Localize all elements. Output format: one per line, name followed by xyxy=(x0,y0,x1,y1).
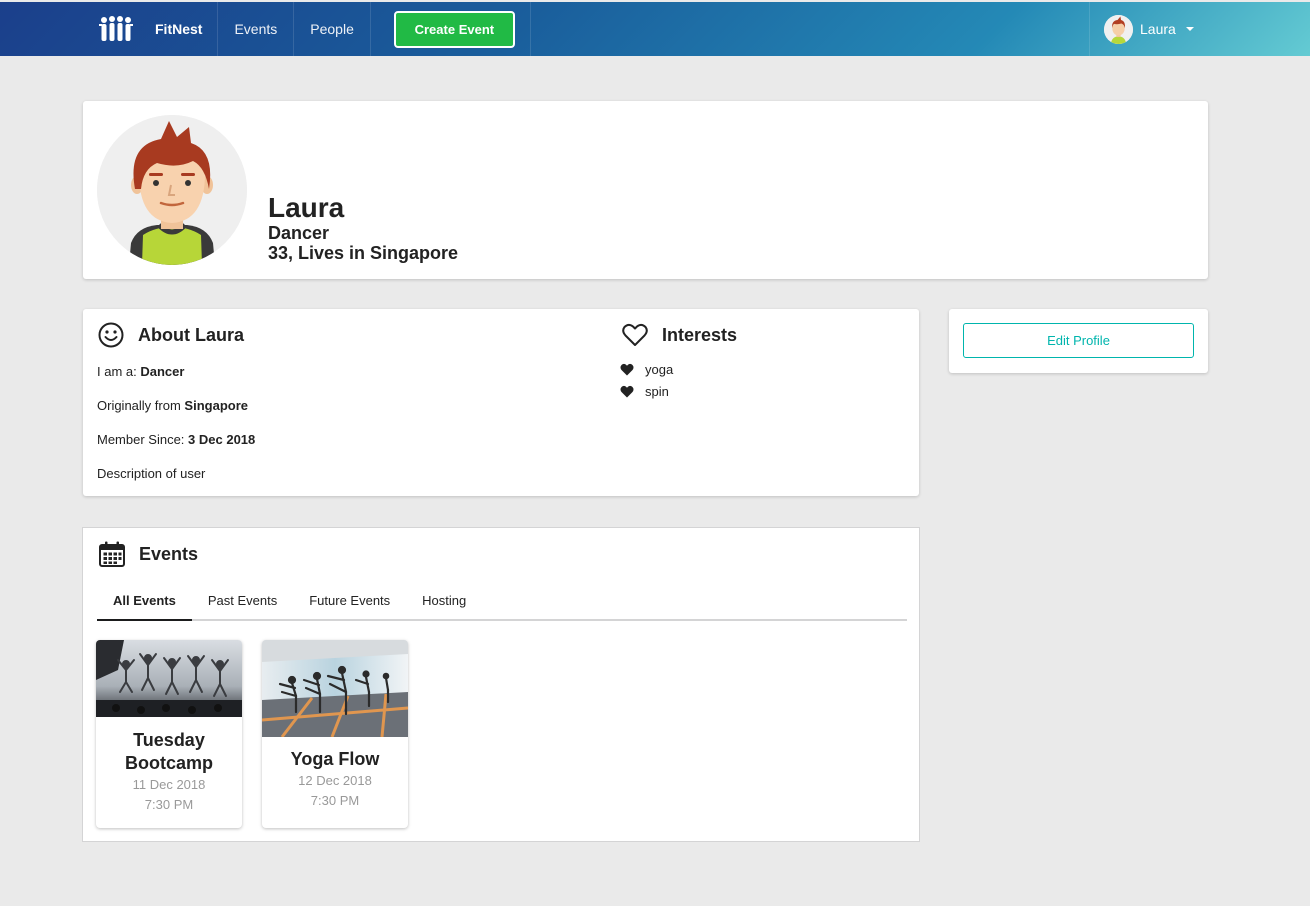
events-card: Events All Events Past Events Future Eve… xyxy=(82,527,920,842)
about-title: About Laura xyxy=(138,324,244,345)
heart-outline-icon xyxy=(622,323,648,346)
caret-down-icon xyxy=(1185,27,1194,31)
about-since-value: 3 Dec 2018 xyxy=(188,432,256,447)
tab-future-events[interactable]: Future Events xyxy=(293,583,406,621)
about-origin: Originally from Singapore xyxy=(97,398,248,413)
smile-icon xyxy=(98,322,124,348)
interest-item: yoga xyxy=(620,362,673,377)
event-time: 7:30 PM xyxy=(310,793,360,808)
tab-hosting[interactable]: Hosting xyxy=(406,583,482,621)
user-name: Laura xyxy=(1140,21,1176,37)
brand-link[interactable]: FitNest xyxy=(83,2,219,56)
profile-occupation: Dancer xyxy=(268,223,330,243)
user-avatar xyxy=(1104,14,1133,44)
tab-all-events[interactable]: All Events xyxy=(97,583,192,621)
about-from-value: Singapore xyxy=(184,398,248,413)
profile-age-location: 33, Lives in Singapore xyxy=(268,243,459,263)
people-group-icon xyxy=(99,16,133,41)
calendar-icon xyxy=(99,541,125,567)
event-date: 12 Dec 2018 xyxy=(298,773,372,788)
profile-avatar xyxy=(97,115,247,265)
interest-label: spin xyxy=(645,384,669,399)
nav-people[interactable]: People xyxy=(294,2,371,56)
event-date: 11 Dec 2018 xyxy=(132,777,206,792)
about-card: About Laura I am a: Dancer Originally fr… xyxy=(83,309,919,496)
nav-left: FitNest Events People Create Event xyxy=(83,2,531,56)
event-title: Tuesday Bootcamp xyxy=(124,730,213,773)
create-event-button[interactable]: Create Event xyxy=(393,10,515,48)
edit-profile-card: Edit Profile xyxy=(949,309,1208,373)
events-title: Events xyxy=(139,543,199,564)
interest-item: spin xyxy=(620,384,669,399)
about-since-label: Member Since: xyxy=(97,432,189,447)
about-description: Description of user xyxy=(97,466,206,481)
event-time: 7:30 PM xyxy=(144,797,194,812)
event-card-yoga-flow[interactable]: Yoga Flow 12 Dec 2018 7:30 PM xyxy=(262,640,408,828)
top-navbar: FitNest Events People Create Event Laura xyxy=(0,2,1310,56)
edit-profile-button[interactable]: Edit Profile xyxy=(963,323,1194,358)
about-iam-value: Dancer xyxy=(140,364,185,379)
event-title: Yoga Flow xyxy=(290,749,380,769)
event-photo xyxy=(262,640,408,737)
event-card-tuesday-bootcamp[interactable]: Tuesday Bootcamp 11 Dec 2018 7:30 PM xyxy=(96,640,242,828)
events-tabs: All Events Past Events Future Events Hos… xyxy=(97,583,907,621)
about-heading: About Laura xyxy=(97,321,244,349)
user-menu[interactable]: Laura xyxy=(1089,2,1219,56)
profile-name: Laura xyxy=(268,192,345,223)
brand-name: FitNest xyxy=(155,21,203,37)
about-from-label: Originally from xyxy=(97,398,185,413)
nav-create-wrap: Create Event xyxy=(371,2,531,56)
about-iam: I am a: Dancer xyxy=(97,364,184,379)
interests-title: Interests xyxy=(662,324,738,345)
profile-header-card: Laura Dancer 33, Lives in Singapore xyxy=(83,101,1208,279)
heart-icon xyxy=(620,363,634,376)
events-heading: Events xyxy=(98,540,198,568)
about-member-since: Member Since: 3 Dec 2018 xyxy=(97,432,255,447)
interests-heading: Interests xyxy=(621,321,737,349)
about-iam-label: I am a: xyxy=(97,364,141,379)
heart-icon xyxy=(620,385,634,398)
tab-past-events[interactable]: Past Events xyxy=(192,583,293,621)
nav-events[interactable]: Events xyxy=(218,2,295,56)
interest-label: yoga xyxy=(645,362,674,377)
event-photo xyxy=(96,640,242,717)
